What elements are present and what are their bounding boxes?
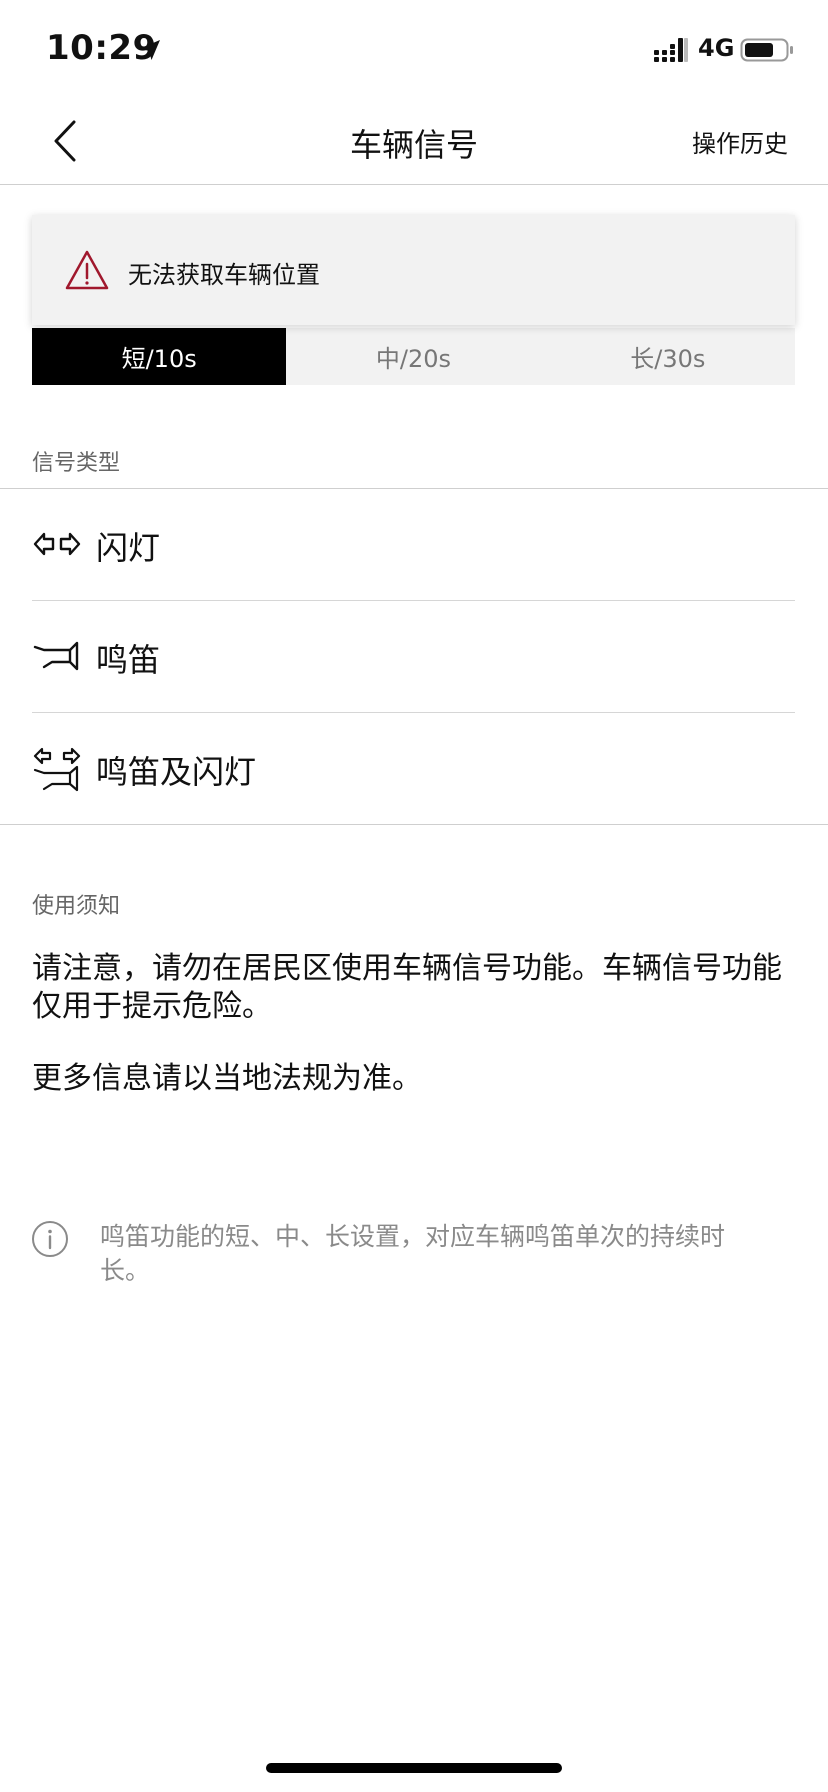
duration-tab-long[interactable]: 长/30s <box>541 328 795 385</box>
status-bar: 10:29 4G <box>0 0 828 100</box>
duration-tab-short[interactable]: 短/10s <box>32 328 287 385</box>
info-icon <box>32 1221 68 1257</box>
duration-tab-medium[interactable]: 中/20s <box>286 328 540 385</box>
home-indicator[interactable] <box>266 1763 562 1773</box>
warning-text: 无法获取车辆位置 <box>128 261 320 289</box>
cellular-signal-icon <box>654 38 688 62</box>
signal-item-label: 鸣笛 <box>96 641 161 679</box>
signal-item-horn[interactable]: 鸣笛 <box>32 601 795 713</box>
signal-item-horn-and-lights[interactable]: 鸣笛及闪灯 <box>0 713 828 825</box>
signal-item-flash-lights[interactable]: 闪灯 <box>32 489 795 601</box>
signal-item-label: 闪灯 <box>96 529 161 567</box>
signal-type-section-label: 信号类型 <box>32 451 121 476</box>
usage-notice-paragraph: 请注意，请勿在居民区使用车辆信号功能。车辆信号功能仅用于提示危险。 <box>32 951 782 1024</box>
operation-history-button[interactable]: 操作历史 <box>692 124 788 159</box>
flash-lights-icon <box>33 532 81 556</box>
battery-icon <box>740 38 793 62</box>
duration-tabs: 短/10s 中/20s 长/30s <box>32 328 795 385</box>
vehicle-location-warning: 无法获取车辆位置 <box>32 215 795 325</box>
usage-notice-section-label: 使用须知 <box>32 894 121 919</box>
usage-notice-regulation: 更多信息请以当地法规为准。 <box>32 1061 422 1096</box>
horn-icon <box>33 641 79 671</box>
horn-duration-info-text: 鸣笛功能的短、中、长设置，对应车辆鸣笛单次的持续时长。 <box>100 1222 726 1285</box>
network-type: 4G <box>698 34 735 62</box>
nav-bar: 车辆信号 操作历史 <box>0 100 828 185</box>
warning-triangle-icon <box>65 250 109 290</box>
location-arrow-icon <box>140 40 160 60</box>
signal-item-label: 鸣笛及闪灯 <box>96 753 257 791</box>
horn-and-lights-icon <box>33 747 81 792</box>
